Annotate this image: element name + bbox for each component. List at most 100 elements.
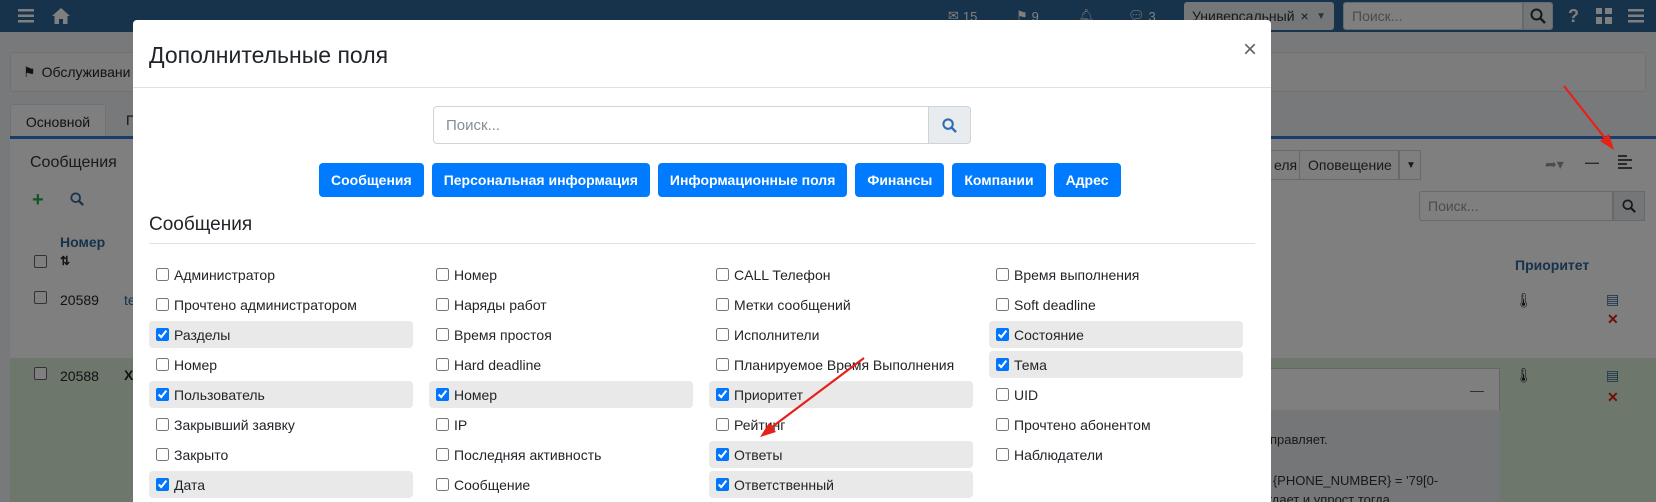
field-option[interactable]: Soft deadline: [989, 291, 1243, 318]
field-checkbox[interactable]: [996, 298, 1009, 311]
category-info-fields-button[interactable]: Информационные поля: [657, 163, 848, 197]
field-label: Номер: [454, 386, 498, 403]
field-option[interactable]: Сообщение: [429, 471, 693, 498]
field-label: IP: [454, 416, 468, 433]
field-option[interactable]: Закрывший заявку: [149, 411, 413, 438]
field-label: Исполнители: [734, 326, 820, 343]
field-checkbox[interactable]: [996, 328, 1009, 341]
field-checkbox[interactable]: [716, 268, 729, 281]
field-checkbox[interactable]: [716, 328, 729, 341]
field-checkbox[interactable]: [156, 478, 169, 491]
field-checkbox[interactable]: [156, 328, 169, 341]
fields-search-input[interactable]: [433, 106, 929, 144]
field-checkbox[interactable]: [436, 448, 449, 461]
fields-grid: Администратор Прочтено администратором Раз…: [149, 261, 1259, 501]
search-icon: [942, 117, 957, 133]
field-option[interactable]: Планируемое Время Выполнения: [709, 351, 973, 378]
section-title: Сообщения: [149, 214, 253, 235]
field-label: Прочтено администратором: [174, 296, 357, 313]
field-option[interactable]: Прочтено абонентом: [989, 411, 1243, 438]
field-label: Последняя активность: [454, 446, 602, 463]
field-label: Время выполнения: [1014, 266, 1140, 283]
field-option[interactable]: Рейтинг: [709, 411, 973, 438]
field-label: Состояние: [1014, 326, 1084, 343]
header-divider: [133, 87, 1271, 88]
field-checkbox[interactable]: [436, 388, 449, 401]
field-label: CALL Телефон: [734, 266, 831, 283]
field-label: Номер: [174, 356, 218, 373]
field-checkbox[interactable]: [436, 478, 449, 491]
field-checkbox[interactable]: [156, 358, 169, 371]
field-checkbox[interactable]: [716, 478, 729, 491]
field-option[interactable]: Администратор: [149, 261, 413, 288]
field-checkbox[interactable]: [996, 358, 1009, 371]
field-checkbox[interactable]: [156, 268, 169, 281]
field-checkbox[interactable]: [156, 298, 169, 311]
field-checkbox[interactable]: [716, 448, 729, 461]
field-label: Планируемое Время Выполнения: [734, 356, 955, 373]
field-label: Разделы: [174, 326, 231, 343]
field-option[interactable]: Тема: [989, 351, 1243, 378]
field-option[interactable]: Приоритет: [709, 381, 973, 408]
field-option[interactable]: Ответственный: [709, 471, 973, 498]
field-label: Soft deadline: [1014, 296, 1096, 313]
field-option[interactable]: UID: [989, 381, 1243, 408]
field-checkbox[interactable]: [996, 418, 1009, 431]
field-option[interactable]: Номер: [429, 261, 693, 288]
field-label: Наряды работ: [454, 296, 547, 313]
field-checkbox[interactable]: [716, 388, 729, 401]
field-option[interactable]: Разделы: [149, 321, 413, 348]
field-checkbox[interactable]: [436, 328, 449, 341]
field-option[interactable]: Номер: [149, 351, 413, 378]
field-option[interactable]: IP: [429, 411, 693, 438]
field-option[interactable]: Состояние: [989, 321, 1243, 348]
field-label: Сообщение: [454, 476, 531, 493]
field-checkbox[interactable]: [996, 268, 1009, 281]
field-option[interactable]: CALL Телефон: [709, 261, 973, 288]
field-checkbox[interactable]: [156, 418, 169, 431]
category-address-button[interactable]: Адрес: [1053, 163, 1121, 197]
field-checkbox[interactable]: [996, 388, 1009, 401]
field-option[interactable]: Наряды работ: [429, 291, 693, 318]
modal-title: Дополнительные поля: [149, 42, 389, 68]
field-label: Номер: [454, 266, 498, 283]
field-option[interactable]: Исполнители: [709, 321, 973, 348]
field-checkbox[interactable]: [436, 298, 449, 311]
field-label: Hard deadline: [454, 356, 542, 373]
field-option[interactable]: Ответы: [709, 441, 973, 468]
category-finance-button[interactable]: Финансы: [855, 163, 945, 197]
category-companies-button[interactable]: Компании: [952, 163, 1046, 197]
field-option[interactable]: Hard deadline: [429, 351, 693, 378]
field-option[interactable]: Время простоя: [429, 321, 693, 348]
field-checkbox[interactable]: [156, 448, 169, 461]
field-option[interactable]: Прочтено администратором: [149, 291, 413, 318]
section-divider: [149, 243, 1255, 244]
field-option[interactable]: Последняя активность: [429, 441, 693, 468]
field-label: Администратор: [174, 266, 276, 283]
field-option[interactable]: Номер: [429, 381, 693, 408]
field-option[interactable]: Время выполнения: [989, 261, 1243, 288]
field-checkbox[interactable]: [156, 388, 169, 401]
field-option[interactable]: Метки сообщений: [709, 291, 973, 318]
field-option[interactable]: Дата: [149, 471, 413, 498]
field-label: Дата: [174, 476, 206, 493]
field-checkbox[interactable]: [436, 418, 449, 431]
field-label: Ответы: [734, 446, 783, 463]
field-label: Приоритет: [734, 386, 804, 403]
category-messages-button[interactable]: Сообщения: [319, 163, 424, 197]
field-checkbox[interactable]: [996, 448, 1009, 461]
field-option[interactable]: Закрыто: [149, 441, 413, 468]
additional-fields-modal: Дополнительные поля × Сообщения Персонал…: [133, 20, 1271, 502]
category-buttons: Сообщения Персональная информация Информ…: [319, 163, 1121, 197]
field-option[interactable]: Пользователь: [149, 381, 413, 408]
field-checkbox[interactable]: [716, 358, 729, 371]
field-checkbox[interactable]: [436, 268, 449, 281]
field-checkbox[interactable]: [716, 298, 729, 311]
close-button[interactable]: ×: [1243, 38, 1257, 62]
category-personal-info-button[interactable]: Персональная информация: [431, 163, 650, 197]
field-label: UID: [1014, 386, 1039, 403]
field-checkbox[interactable]: [436, 358, 449, 371]
field-option[interactable]: Наблюдатели: [989, 441, 1243, 468]
field-checkbox[interactable]: [716, 418, 729, 431]
fields-search-button[interactable]: [929, 106, 971, 144]
